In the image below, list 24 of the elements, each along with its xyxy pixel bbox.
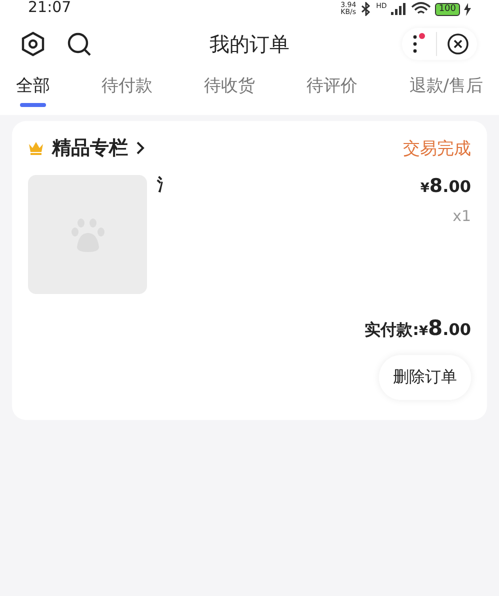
order-tab[interactable]: 待付款 [102, 70, 153, 109]
delete-order-button[interactable]: 删除订单 [379, 355, 471, 400]
chevron-icon[interactable] [136, 141, 145, 155]
close-icon[interactable] [447, 33, 469, 55]
bluetooth-icon [360, 2, 372, 16]
paid-amount: ¥8.00 [418, 316, 471, 340]
order-status: 交易完成 [403, 138, 471, 160]
order-tab[interactable]: 全部 [16, 70, 50, 109]
search-icon[interactable] [66, 31, 92, 57]
order-tab[interactable]: 退款/售后 [409, 70, 483, 109]
battery-level: 100 [434, 2, 460, 16]
shop-name[interactable]: 精品专栏 [52, 135, 128, 161]
item-price: ¥8.00 [420, 175, 471, 197]
crown-icon [28, 141, 44, 155]
settings-icon[interactable] [20, 31, 46, 57]
order-tab[interactable]: 待收货 [204, 70, 256, 109]
status-time: 21:07 [28, 0, 72, 16]
wifi-icon [410, 2, 431, 16]
paid-label: 实付款: [364, 320, 419, 341]
page-title: 我的订单 [210, 30, 290, 58]
product-title[interactable]: 氵 [157, 175, 410, 294]
order-tab[interactable]: 待评价 [306, 70, 358, 109]
item-quantity: x1 [452, 207, 471, 225]
signal-icon [390, 3, 407, 15]
